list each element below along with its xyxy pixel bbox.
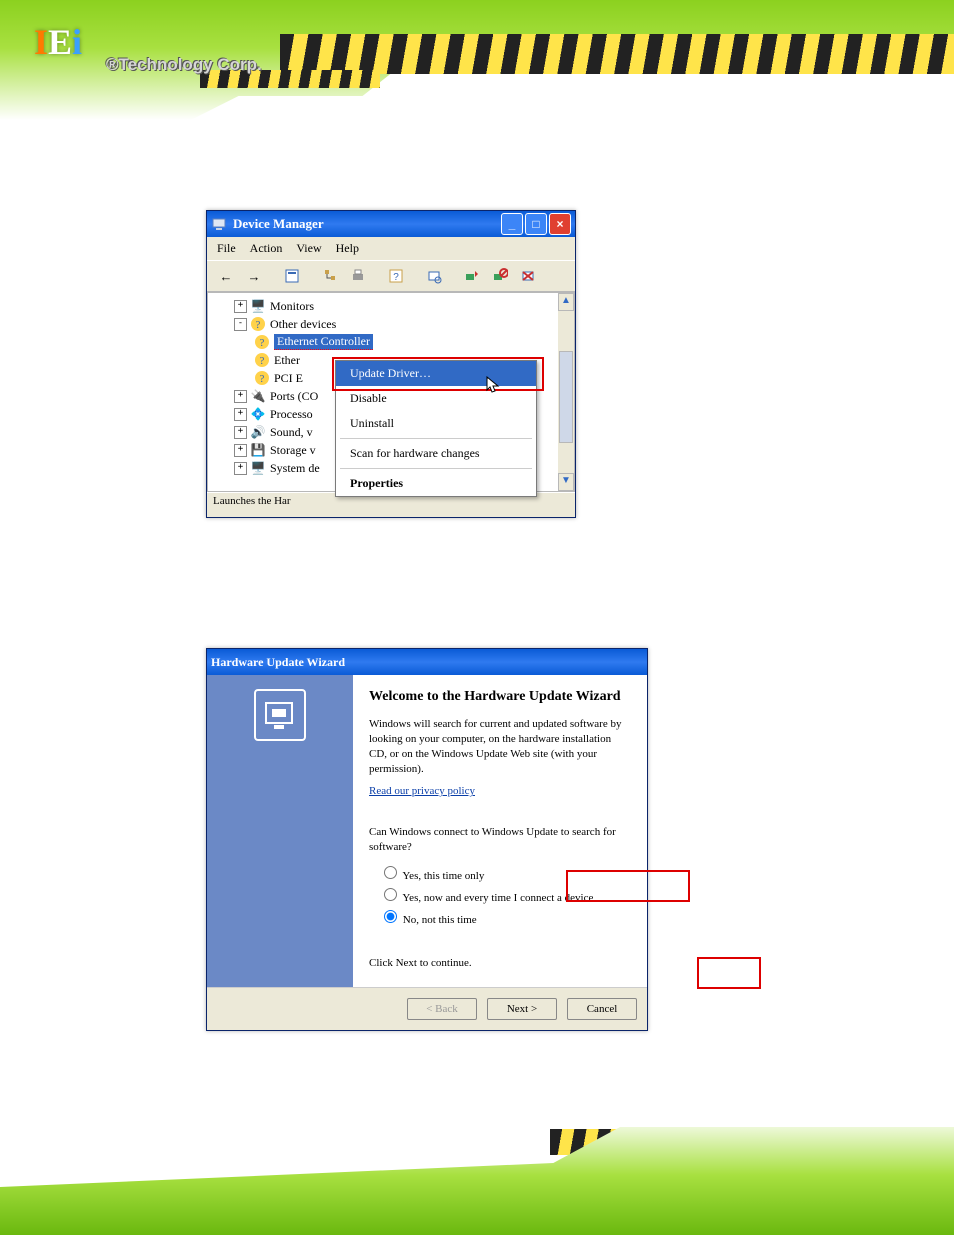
scroll-thumb[interactable] [559, 351, 573, 443]
toolbar-sep [373, 264, 381, 288]
ctx-disable[interactable]: Disable [336, 386, 536, 411]
brand-subtitle: ®Technology Corp. [106, 56, 262, 73]
wiz-question: Can Windows connect to Windows Update to… [369, 825, 631, 855]
cpu-icon: 💠 [250, 406, 266, 422]
disable-icon[interactable] [487, 264, 513, 288]
wiz-heading: Welcome to the Hardware Update Wizard [369, 689, 631, 705]
tree-monitors[interactable]: +🖥️Monitors [214, 297, 568, 315]
scroll-down-icon[interactable]: ▼ [558, 473, 574, 491]
next-button[interactable]: Next > [487, 998, 557, 1020]
window-buttons: _ □ × [501, 213, 571, 235]
question-icon: ? [250, 316, 266, 332]
storage-icon: 💾 [250, 442, 266, 458]
dm-toolbar: ← → ? [207, 260, 575, 292]
hardware-update-wizard-window: Hardware Update Wizard Welcome to the Ha… [206, 648, 648, 1031]
unknown-device-icon: ? [254, 370, 270, 386]
privacy-link[interactable]: Read our privacy policy [369, 785, 475, 797]
toolbar-sep [411, 264, 419, 288]
close-button[interactable]: × [549, 213, 571, 235]
svg-text:?: ? [393, 272, 399, 283]
toolbar-sep [449, 264, 457, 288]
unknown-device-icon: ? [254, 334, 270, 350]
tree-icon[interactable] [317, 264, 343, 288]
computer-icon [211, 216, 227, 232]
opt-yes-always[interactable]: Yes, now and every time I connect a devi… [379, 885, 631, 904]
ctx-update-driver[interactable]: Update Driver… [336, 361, 536, 386]
svg-text:?: ? [260, 373, 265, 385]
logo-letter-i1: I [34, 22, 48, 62]
print-icon[interactable] [345, 264, 371, 288]
maximize-button[interactable]: □ [525, 213, 547, 235]
cursor-icon [486, 376, 500, 394]
wiz-continue-text: Click Next to continue. [369, 956, 631, 971]
svg-text:?: ? [260, 355, 265, 367]
cancel-button[interactable]: Cancel [567, 998, 637, 1020]
wiz-titlebar[interactable]: Hardware Update Wizard [207, 649, 647, 675]
page: IEi ®Technology Corp. Device Manager _ □… [0, 0, 954, 1235]
dm-title: Device Manager [233, 216, 324, 232]
wiz-title: Hardware Update Wizard [211, 655, 345, 670]
system-icon: 🖥️ [250, 460, 266, 476]
svg-text:?: ? [260, 337, 265, 349]
dm-menubar: File Action View Help [207, 237, 575, 260]
back-button[interactable]: < Back [407, 998, 477, 1020]
uninstall-icon[interactable] [515, 264, 541, 288]
logo-letter-e: E [48, 22, 72, 62]
menu-action[interactable]: Action [250, 241, 283, 256]
wiz-sidebar [207, 675, 353, 987]
logo-letter-i2: i [72, 22, 82, 62]
menu-view[interactable]: View [296, 241, 321, 256]
wiz-footer: < Back Next > Cancel [207, 987, 647, 1030]
ctx-uninstall[interactable]: Uninstall [336, 411, 536, 436]
header-stripe [280, 34, 954, 74]
monitor-icon: 🖥️ [250, 298, 266, 314]
brand-logo: IEi [34, 24, 82, 60]
ctx-properties[interactable]: Properties [336, 471, 536, 496]
tree-ethernet-controller[interactable]: ?Ethernet Controller [214, 333, 568, 351]
help-icon[interactable]: ? [383, 264, 409, 288]
properties-icon[interactable] [279, 264, 305, 288]
scroll-up-icon[interactable]: ▲ [558, 293, 574, 311]
update-driver-icon[interactable] [459, 264, 485, 288]
footer-circuit-bg [0, 1115, 954, 1235]
scrollbar[interactable]: ▲ ▼ [558, 293, 574, 491]
highlight-box-next [697, 957, 761, 989]
sound-icon: 🔊 [250, 424, 266, 440]
opt-yes-once[interactable]: Yes, this time only [379, 863, 631, 882]
context-menu: Update Driver… Disable Uninstall Scan fo… [335, 360, 537, 497]
menu-help[interactable]: Help [336, 241, 359, 256]
ctx-scan[interactable]: Scan for hardware changes [336, 441, 536, 466]
forward-button[interactable]: → [241, 264, 267, 288]
scan-hardware-icon[interactable] [421, 264, 447, 288]
minimize-button[interactable]: _ [501, 213, 523, 235]
wiz-main: Welcome to the Hardware Update Wizard Wi… [353, 675, 647, 987]
toolbar-sep [307, 264, 315, 288]
opt-no[interactable]: No, not this time [379, 907, 631, 926]
wizard-hardware-icon [254, 689, 306, 741]
menu-file[interactable]: File [217, 241, 236, 256]
tree-other-devices[interactable]: -?Other devices [214, 315, 568, 333]
back-button[interactable]: ← [213, 264, 239, 288]
dm-titlebar[interactable]: Device Manager _ □ × [207, 211, 575, 237]
unknown-device-icon: ? [254, 352, 270, 368]
svg-text:?: ? [256, 319, 261, 331]
wiz-intro: Windows will search for current and upda… [369, 717, 631, 776]
port-icon: 🔌 [250, 388, 266, 404]
toolbar-sep [269, 264, 277, 288]
